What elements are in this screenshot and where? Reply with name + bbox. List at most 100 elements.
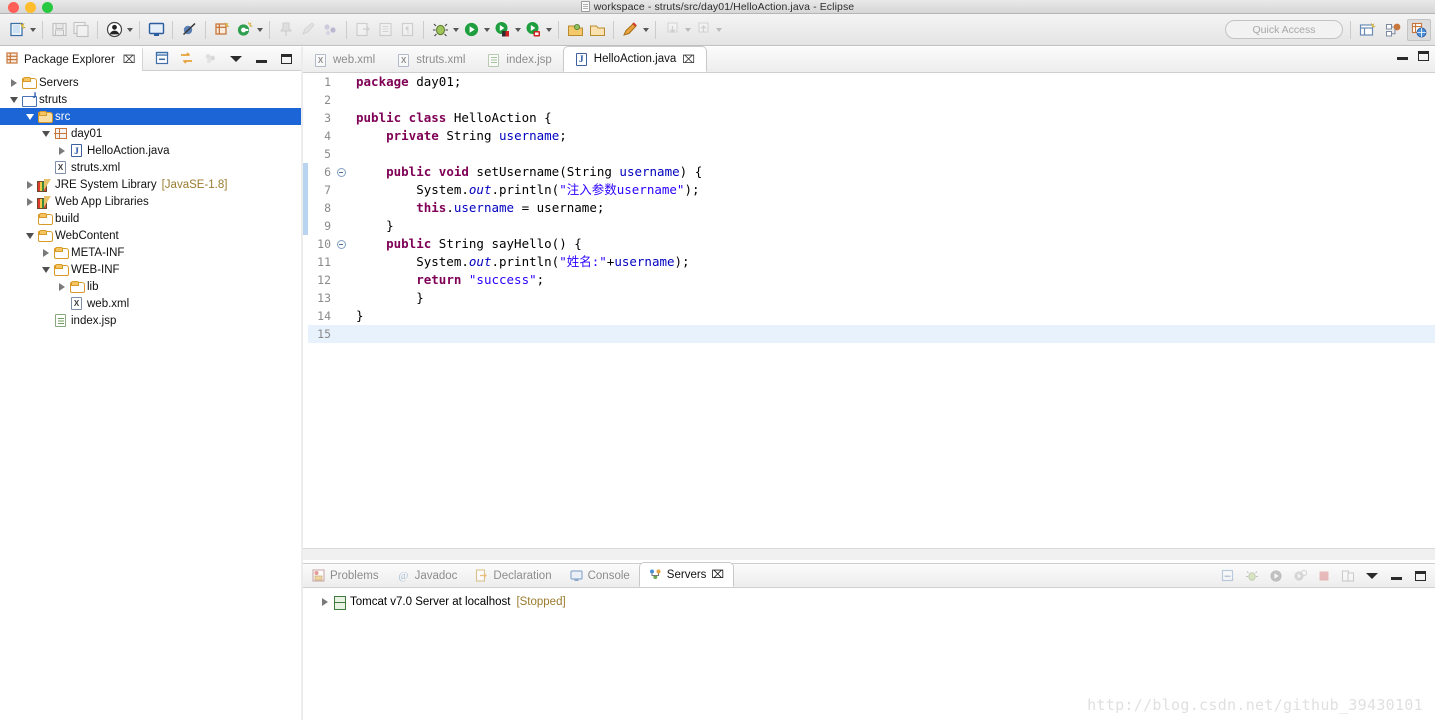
tree-item-web-inf[interactable]: WEB-INF [0,261,301,278]
bottom-tab-declaration[interactable]: Declaration [466,564,560,587]
minimize-icon[interactable] [250,48,272,70]
tree-item-web-xml[interactable]: Xweb.xml [0,295,301,312]
close-window-button[interactable] [8,2,19,13]
prev-annotation-dropdown-icon[interactable] [683,19,692,41]
tree-item-src[interactable]: src [0,108,301,125]
stop-server-dropdown-icon[interactable] [544,19,553,41]
code-line[interactable]: 10 public String sayHello() { [303,235,1435,253]
external-tools-dropdown-icon[interactable] [641,19,650,41]
new-class-dropdown-icon[interactable] [255,19,264,41]
maximize-window-button[interactable] [42,2,53,13]
paragraph-icon[interactable]: ¶ [396,19,418,41]
bottom-tab-servers[interactable]: Servers ⌧ [638,562,735,587]
debug-icon[interactable] [429,19,451,41]
new-file-dropdown-icon[interactable] [28,19,37,41]
new-class-icon[interactable] [233,19,255,41]
code-line[interactable]: 4 private String username; [303,127,1435,145]
chevron-right-icon[interactable] [24,193,36,210]
chevron-down-icon[interactable] [24,108,36,125]
minimize-window-button[interactable] [25,2,36,13]
next-annotation-icon[interactable] [692,19,714,41]
code-line[interactable]: 14} [303,307,1435,325]
open-resource-icon[interactable] [586,19,608,41]
minimize-icon[interactable] [1386,566,1406,585]
tree-item-meta-inf[interactable]: META-INF [0,244,301,261]
chevron-right-icon[interactable] [24,176,36,193]
console-icon[interactable] [145,19,167,41]
bottom-tab-javadoc[interactable]: @ Javadoc [388,564,467,587]
tree-item-webcontent[interactable]: WebContent [0,227,301,244]
tree-item-day01[interactable]: day01 [0,125,301,142]
close-icon[interactable]: ⌧ [682,53,695,66]
chevron-down-icon[interactable] [40,261,52,278]
code-line[interactable]: 1 package day01; [303,73,1435,91]
code-line[interactable]: 9 } [303,217,1435,235]
save-icon[interactable] [48,19,70,41]
editor-tab-struts-xml[interactable]: Xstruts.xml [386,48,476,72]
debug-server-icon[interactable] [1242,566,1262,585]
stop-server-icon[interactable] [522,19,544,41]
tree-item-index-jsp[interactable]: index.jsp [0,312,301,329]
code-line[interactable]: 2 [303,91,1435,109]
bottom-tab-console[interactable]: Console [561,564,639,587]
server-row[interactable]: Tomcat v7.0 Server at localhost [Stopped] [303,592,1435,612]
tree-item-struts-xml[interactable]: Xstruts.xml [0,159,301,176]
collapse-all-icon[interactable] [1218,566,1238,585]
tab-package-explorer[interactable]: Package Explorer ⌧ [0,46,144,71]
tree-item-web-app-libraries[interactable]: Web App Libraries [0,193,301,210]
chevron-down-icon[interactable] [40,125,52,142]
focus-on-active-task-icon[interactable] [199,48,221,70]
debug-dropdown-icon[interactable] [451,19,460,41]
web-perspective-icon[interactable] [1407,19,1431,41]
user-dropdown-icon[interactable] [125,19,134,41]
project-tree[interactable]: Serversstrutssrcday01JHelloAction.javaXs… [0,71,301,329]
code-lines[interactable]: 1 package day01; 2 3 public class HelloActio… [303,73,1435,343]
skip-breakpoints-icon[interactable] [178,19,200,41]
minimize-icon[interactable] [1397,52,1408,60]
start-profiling-icon[interactable] [1290,566,1310,585]
close-icon[interactable]: ⌧ [711,568,724,581]
code-line[interactable]: 5 [303,145,1435,163]
tree-item-struts[interactable]: struts [0,91,301,108]
package-icon[interactable] [211,19,233,41]
chevron-down-icon[interactable] [8,91,20,108]
run-icon[interactable] [460,19,482,41]
editor-tab-bar[interactable]: Xweb.xml Xstruts.xml index.jsp J HelloAction… [303,46,1435,73]
quick-access-input[interactable]: Quick Access [1225,20,1343,39]
maximize-icon[interactable] [275,48,297,70]
servers-list[interactable]: Tomcat v7.0 Server at localhost [Stopped] [303,592,1435,612]
editor-tab-index-jsp[interactable]: index.jsp [476,48,562,72]
editor-tab-helloaction-java[interactable]: J HelloAction.java ⌧ [562,46,707,72]
code-line[interactable]: 11 System.out.println("姓名:"+username); [303,253,1435,271]
user-icon[interactable] [103,19,125,41]
maximize-icon[interactable] [1418,51,1429,61]
save-all-icon[interactable] [70,19,92,41]
code-line[interactable]: 8 this.username = username; [303,199,1435,217]
tree-item-jre-system-library[interactable]: JRE System Library [JavaSE-1.8] [0,176,301,193]
bottom-tab-problems[interactable]: Problems [303,564,388,587]
fold-collapse-icon[interactable] [335,239,347,249]
code-line[interactable]: 13 } [303,289,1435,307]
code-line[interactable]: 3 public class HelloAction { [303,109,1435,127]
publish-icon[interactable] [1338,566,1358,585]
code-line[interactable]: 12 return "success"; [303,271,1435,289]
collapse-all-icon[interactable] [151,48,173,70]
start-server-icon[interactable] [1266,566,1286,585]
pin-icon[interactable] [275,19,297,41]
refactor-icon[interactable] [319,19,341,41]
chevron-right-icon[interactable] [40,244,52,261]
tree-item-servers[interactable]: Servers [0,74,301,91]
external-tools-icon[interactable] [619,19,641,41]
code-line[interactable]: 15 [303,325,1435,343]
java-ee-perspective-icon[interactable] [1381,19,1405,41]
chevron-down-icon[interactable] [24,227,36,244]
code-editor[interactable]: 1 package day01; 2 3 public class HelloActio… [303,73,1435,560]
close-icon[interactable]: ⌧ [123,53,136,66]
stop-server-icon[interactable] [1314,566,1334,585]
window-controls[interactable] [8,2,53,13]
chevron-right-icon[interactable] [8,74,20,91]
chevron-right-icon[interactable] [56,278,68,295]
run-server-icon[interactable] [491,19,513,41]
next-annotation-dropdown-icon[interactable] [714,19,723,41]
tree-item-helloaction-java[interactable]: J HelloAction.java [0,142,301,159]
